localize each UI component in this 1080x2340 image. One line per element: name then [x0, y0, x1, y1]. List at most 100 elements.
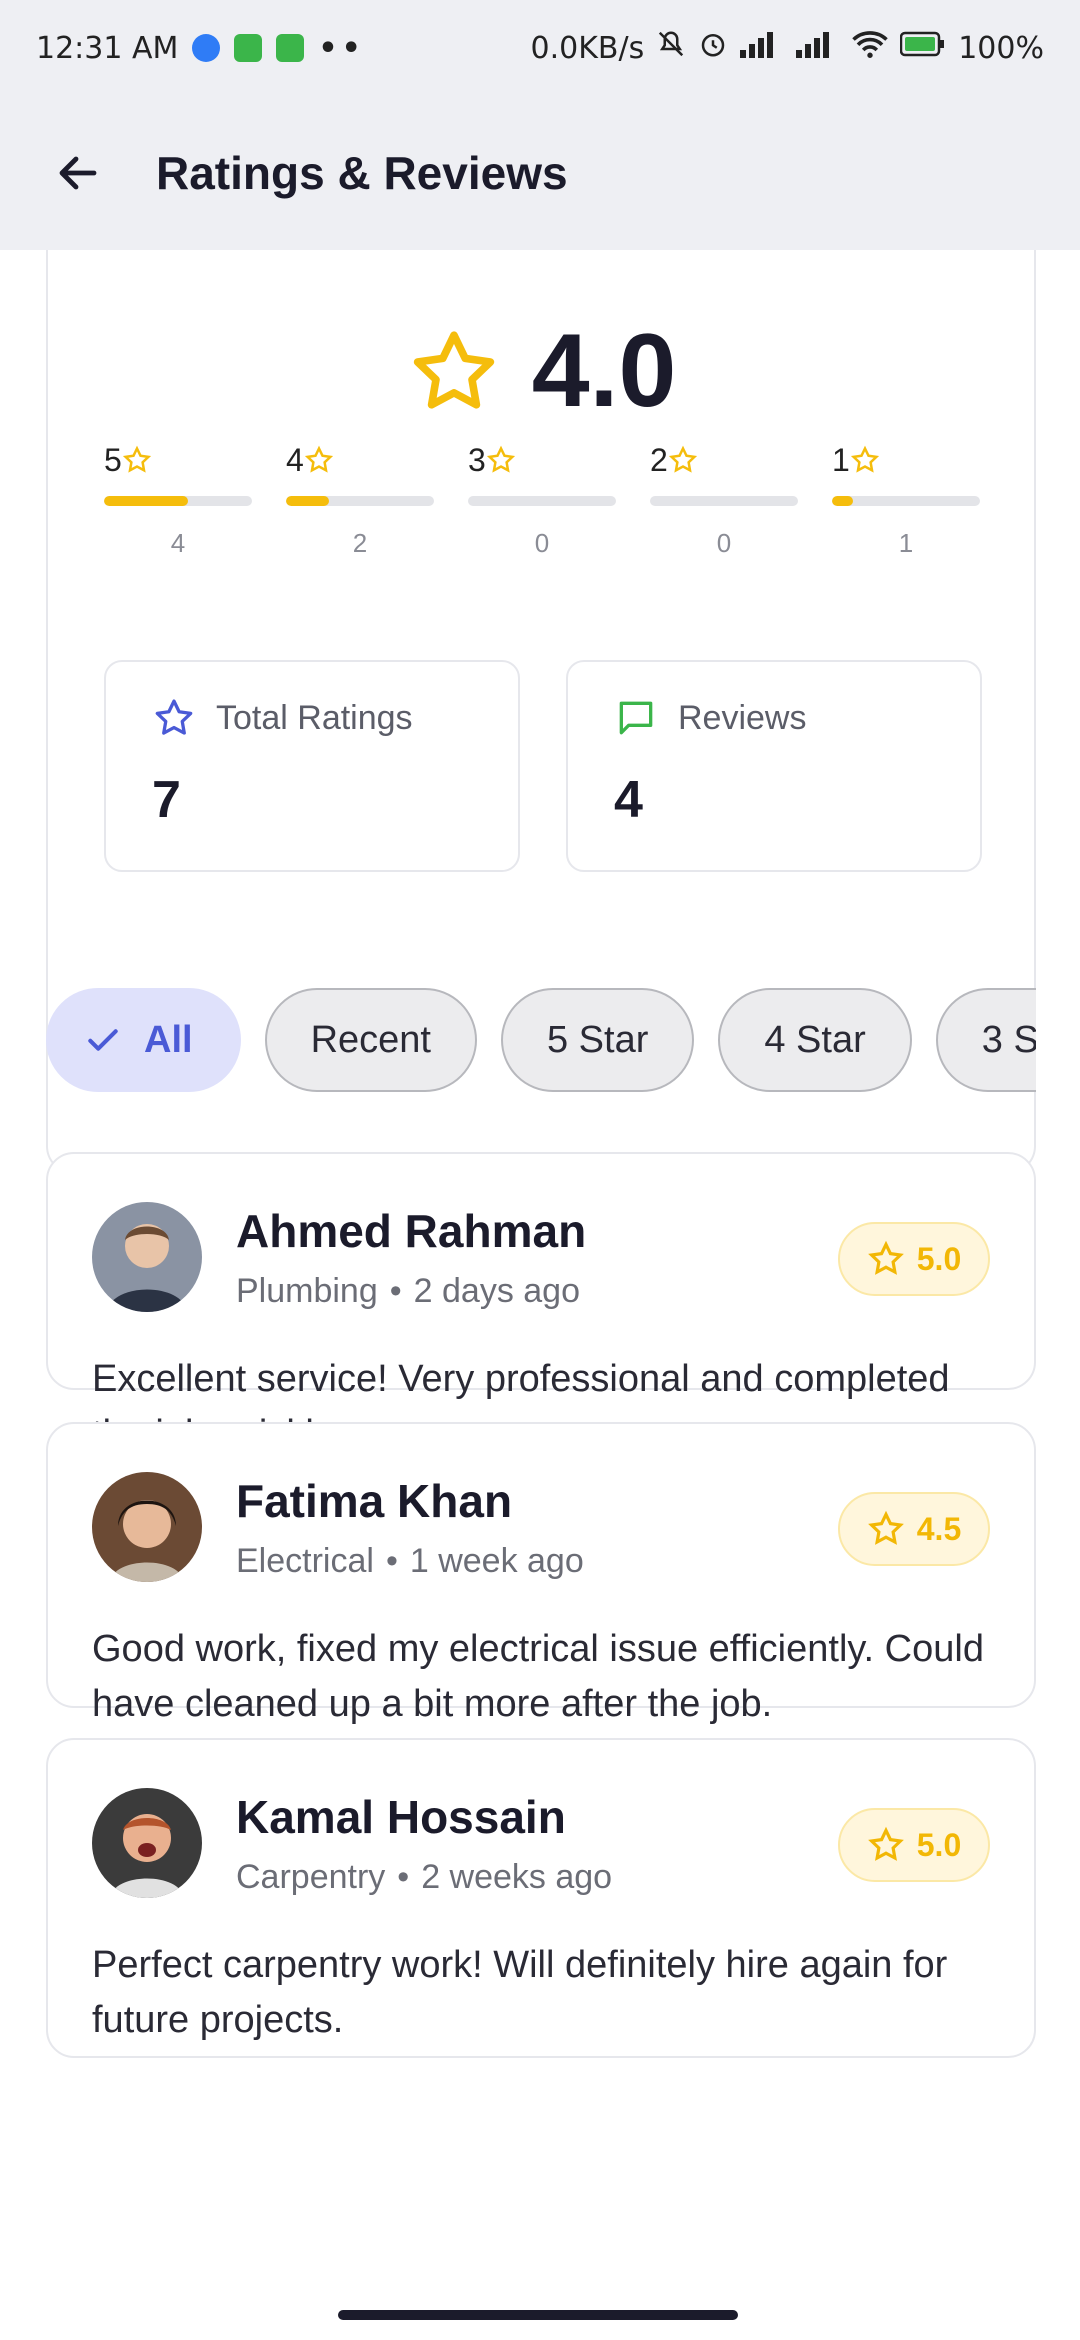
distribution-bar — [832, 496, 980, 506]
page-title: Ratings & Reviews — [156, 147, 568, 199]
arrow-left-icon — [59, 156, 97, 190]
avatar — [92, 1472, 202, 1582]
filter-chip-recent[interactable]: Recent — [264, 988, 477, 1092]
status-time: 12:31 AM — [36, 30, 179, 66]
distribution-bar — [286, 496, 434, 506]
star-icon — [850, 445, 879, 473]
signal-icon-2 — [796, 30, 840, 66]
distribution-bar — [104, 496, 252, 506]
distribution-stars: 1 — [832, 441, 850, 478]
review-meta: Electrical • 1 week ago — [236, 1542, 584, 1581]
network-speed: 0.0KB/s — [530, 30, 645, 66]
filter-chip-label: All — [144, 1018, 193, 1061]
total-ratings-label: Total Ratings — [216, 698, 413, 737]
distribution-count: 4 — [170, 528, 186, 558]
distribution-item: 4 2 — [286, 440, 434, 559]
battery-icon — [899, 30, 946, 66]
star-icon — [122, 445, 151, 473]
rating-badge: 5.0 — [838, 1222, 990, 1296]
review-text: Good work, fixed my electrical issue eff… — [92, 1628, 984, 1725]
average-rating: 4.0 — [48, 312, 1034, 431]
distribution-count: 0 — [534, 528, 550, 558]
star-icon — [867, 1826, 904, 1861]
review-meta: Carpentry • 2 weeks ago — [236, 1858, 612, 1897]
review-category: Carpentry — [236, 1858, 386, 1896]
distribution-fill — [104, 496, 189, 506]
rating-badge: 4.5 — [838, 1492, 990, 1566]
distribution-count: 0 — [716, 528, 732, 558]
filter-chip-label: 5 Star — [546, 1018, 649, 1061]
distribution-fill — [832, 496, 853, 506]
distribution-count: 2 — [352, 528, 368, 558]
distribution-item: 2 0 — [650, 440, 798, 559]
reviewer-name: Kamal Hossain — [236, 1791, 566, 1843]
review-category: Plumbing — [236, 1272, 378, 1310]
distribution-stars: 3 — [468, 441, 486, 478]
distribution-stars: 5 — [104, 441, 122, 478]
meta-separator: • — [385, 1542, 398, 1580]
reviews-box: Reviews 4 — [566, 660, 982, 872]
more-notifications-icon: •• — [318, 30, 365, 66]
review-meta: Plumbing • 2 days ago — [236, 1272, 580, 1311]
filter-chip-4-star[interactable]: 4 Star — [718, 988, 912, 1092]
filter-chip-label: Recent — [310, 1018, 431, 1061]
distribution-item: 1 1 — [832, 440, 980, 559]
mute-icon — [656, 29, 686, 67]
messenger-icon — [192, 34, 221, 62]
average-rating-value: 4.0 — [531, 313, 677, 429]
filter-chip-all[interactable]: All — [46, 988, 241, 1092]
review-card[interactable]: Ahmed Rahman Plumbing • 2 days ago 5.0 Exc… — [46, 1152, 1036, 1455]
app-bar: Ratings & Reviews — [0, 96, 1080, 250]
reviews-label: Reviews — [678, 698, 807, 737]
signal-icon — [740, 30, 784, 66]
meta-separator: • — [397, 1858, 410, 1896]
distribution-stars: 2 — [650, 441, 668, 478]
wifi-icon — [852, 29, 888, 67]
review-card[interactable]: Kamal Hossain Carpentry • 2 weeks ago 5.0 … — [46, 1738, 1036, 2058]
rating-badge-value: 5.0 — [916, 1240, 962, 1277]
star-icon — [413, 330, 494, 409]
alarm-icon — [698, 29, 728, 67]
filter-chip-5-star[interactable]: 5 Star — [500, 988, 695, 1092]
total-ratings-box: Total Ratings 7 — [104, 660, 520, 872]
star-icon — [486, 445, 515, 473]
star-icon — [867, 1240, 904, 1275]
filter-chip-3-star[interactable]: 3 Star — [935, 988, 1036, 1092]
review-time: 2 weeks ago — [421, 1858, 613, 1896]
back-button[interactable] — [38, 133, 118, 213]
filter-chip-label: 3 Star — [981, 1018, 1036, 1061]
distribution-count: 1 — [898, 528, 914, 558]
battery-percent: 100% — [958, 30, 1044, 66]
avatar — [92, 1788, 202, 1898]
message-square-icon — [619, 701, 653, 735]
filter-chips[interactable]: All Recent 5 Star 4 Star 3 Star — [46, 988, 1036, 1094]
distribution-item: 3 0 — [468, 440, 616, 559]
stat-boxes: Total Ratings 7 Reviews 4 — [104, 660, 982, 872]
app-notification-icon-2 — [276, 34, 305, 62]
star-icon — [867, 1510, 904, 1545]
distribution-fill — [286, 496, 329, 506]
reviews-value: 4 — [614, 771, 643, 829]
rating-badge-value: 5.0 — [916, 1826, 962, 1863]
distribution-bar — [650, 496, 798, 506]
content-scroll[interactable]: 4.0 5 4 4 2 3 0 2 0 1 1 Total Ratings 7 … — [0, 250, 1080, 2300]
rating-distribution: 5 4 4 2 3 0 2 0 1 1 — [104, 440, 980, 559]
review-time: 1 week ago — [409, 1542, 584, 1580]
reviewer-name: Fatima Khan — [236, 1475, 513, 1527]
check-icon — [88, 1029, 118, 1051]
distribution-stars: 4 — [286, 441, 304, 478]
distribution-bar — [468, 496, 616, 506]
rating-badge: 5.0 — [838, 1808, 990, 1882]
rating-badge-value: 4.5 — [916, 1510, 962, 1547]
review-time: 2 days ago — [413, 1272, 581, 1310]
status-bar: 12:31 AM •• 0.0KB/s 100% — [0, 0, 1080, 96]
avatar — [92, 1202, 202, 1312]
filter-chip-label: 4 Star — [764, 1018, 866, 1061]
review-category: Electrical — [236, 1542, 374, 1580]
home-indicator[interactable] — [338, 2310, 738, 2320]
review-card[interactable]: Fatima Khan Electrical • 1 week ago 4.5 Go… — [46, 1422, 1036, 1725]
reviewer-name: Ahmed Rahman — [236, 1205, 587, 1257]
meta-separator: • — [389, 1272, 402, 1310]
star-icon — [304, 445, 333, 473]
star-icon — [668, 445, 697, 473]
